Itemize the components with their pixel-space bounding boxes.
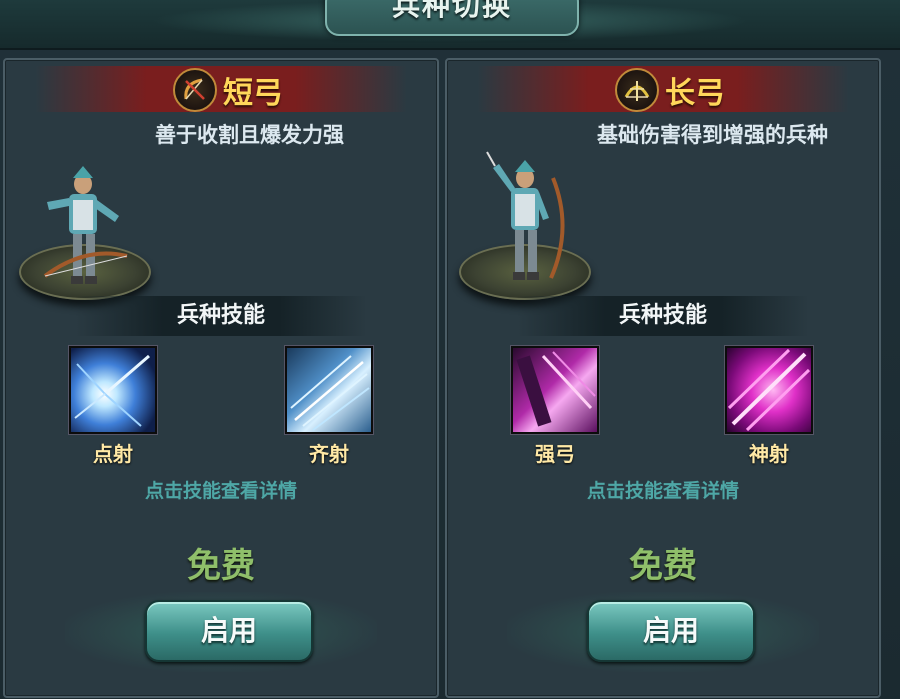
window-title: 兵种切换 [391, 0, 512, 22]
unit-description: 基础伤害得到增强的兵种 [597, 123, 828, 147]
power-bow-icon[interactable] [511, 346, 599, 434]
skill-shenshe[interactable]: 神射 [725, 346, 813, 467]
unit-price: 免费 [187, 546, 255, 586]
skill-dianshe[interactable]: 点射 [69, 346, 157, 467]
unit-name-band [477, 66, 849, 112]
unit-name-band [35, 66, 407, 112]
skill-label: 神射 [749, 442, 789, 466]
archer-figure-image [473, 148, 583, 298]
title-plate: 兵种切换 [325, 0, 579, 36]
unit-panel-short-bow: 短弓 善于收割且爆发力强 兵种技能 点射 齐射 点击技能查看详情 免费 启用 [3, 58, 439, 698]
unit-panel-long-bow: 长弓 基础伤害得到增强的兵种 兵种技能 强弓 神射 点击技能查看详情 免费 启用 [445, 58, 881, 698]
unit-price: 免费 [629, 546, 697, 586]
unit-description: 善于收割且爆发力强 [155, 123, 344, 147]
skill-label: 强弓 [535, 442, 575, 466]
skills-header: 兵种技能 [517, 296, 809, 336]
skill-label: 齐射 [309, 442, 349, 466]
skills-header: 兵种技能 [75, 296, 367, 336]
volley-icon[interactable] [285, 346, 373, 434]
archer-figure-image [35, 156, 145, 306]
unit-switch-window: 兵种切换 短弓 善于收割且爆发力强 兵种技能 点射 齐射 点击技能查看详情 免费… [0, 0, 900, 699]
enable-button[interactable]: 启用 [145, 600, 313, 662]
enable-button[interactable]: 启用 [587, 600, 755, 662]
divine-shot-icon[interactable] [725, 346, 813, 434]
skill-qishe[interactable]: 齐射 [285, 346, 373, 467]
skill-qianggong[interactable]: 强弓 [511, 346, 599, 467]
long-bow-icon [615, 68, 659, 112]
unit-name: 长弓 [665, 76, 725, 111]
skill-label: 点射 [93, 442, 133, 466]
short-bow-icon [173, 68, 217, 112]
burst-shot-icon[interactable] [69, 346, 157, 434]
unit-name: 短弓 [223, 76, 283, 111]
title-bar: 兵种切换 [0, 0, 900, 50]
skill-details-hint: 点击技能查看详情 [144, 480, 297, 502]
skill-details-hint: 点击技能查看详情 [586, 480, 739, 502]
